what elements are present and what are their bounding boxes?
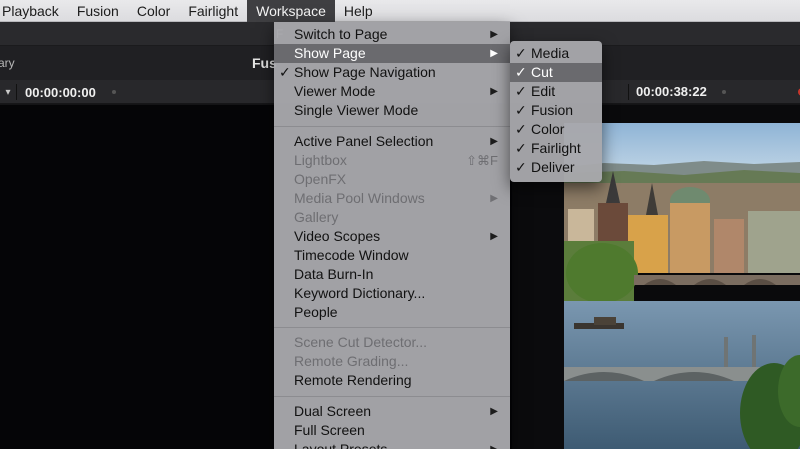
menu-item-label: Media Pool Windows bbox=[294, 190, 425, 206]
menu-item-gallery: Gallery bbox=[274, 208, 510, 227]
source-timecode[interactable]: 00:00:00:00 bbox=[25, 85, 96, 100]
workspace-dropdown-menu: Switch to Page ▶ Show Page ▶ ✓ Show Page… bbox=[274, 22, 510, 449]
menu-item-label: People bbox=[294, 304, 338, 320]
menu-divider bbox=[274, 327, 510, 328]
submenu-item-edit[interactable]: ✓ Edit bbox=[510, 82, 602, 101]
menu-fusion[interactable]: Fusion bbox=[68, 0, 128, 22]
menu-item-label: Gallery bbox=[294, 209, 339, 225]
source-viewer-controls: ▾ 00:00:00:00 bbox=[0, 80, 124, 104]
triangle-right-icon: ▶ bbox=[490, 29, 498, 40]
menu-item-remote-rendering[interactable]: Remote Rendering bbox=[274, 371, 510, 390]
menu-item-data-burn-in[interactable]: Data Burn-In bbox=[274, 265, 510, 284]
triangle-right-icon: ▶ bbox=[490, 48, 498, 59]
submenu-item-fairlight[interactable]: ✓ Fairlight bbox=[510, 139, 602, 158]
menu-item-lightbox: Lightbox ⇧⌘F bbox=[274, 151, 510, 170]
triangle-right-icon: ▶ bbox=[490, 406, 498, 417]
menu-item-scene-cut-detector: Scene Cut Detector... bbox=[274, 333, 510, 352]
menu-item-label: Remote Rendering bbox=[294, 372, 412, 388]
menu-help[interactable]: Help bbox=[335, 0, 382, 22]
keyboard-shortcut: ⇧⌘F bbox=[466, 153, 498, 168]
menu-item-label: Timecode Window bbox=[294, 247, 409, 263]
menu-item-label: Viewer Mode bbox=[294, 83, 376, 99]
submenu-item-label: Fusion bbox=[531, 102, 574, 118]
options-dot-icon[interactable] bbox=[722, 90, 726, 94]
submenu-item-deliver[interactable]: ✓ Deliver bbox=[510, 158, 602, 177]
menu-item-label: Single Viewer Mode bbox=[294, 102, 419, 118]
menu-item-people[interactable]: People bbox=[274, 303, 510, 322]
menu-item-video-scopes[interactable]: Video Scopes ▶ bbox=[274, 227, 510, 246]
menu-item-label: Remote Grading... bbox=[294, 353, 409, 369]
triangle-right-icon: ▶ bbox=[490, 136, 498, 147]
checkmark-icon: ✓ bbox=[515, 83, 527, 99]
submenu-item-fusion[interactable]: ✓ Fusion bbox=[510, 101, 602, 120]
menu-item-switch-to-page[interactable]: Switch to Page ▶ bbox=[274, 25, 510, 44]
show-page-submenu: ✓ Media ✓ Cut ✓ Edit ✓ Fusion ✓ Color ✓ … bbox=[510, 41, 602, 182]
menu-item-label: OpenFX bbox=[294, 171, 347, 187]
submenu-item-color[interactable]: ✓ Color bbox=[510, 120, 602, 139]
menu-item-full-screen[interactable]: Full Screen bbox=[274, 421, 510, 440]
menu-item-label: Show Page Navigation bbox=[294, 64, 436, 80]
menu-item-single-viewer-mode[interactable]: Single Viewer Mode bbox=[274, 101, 510, 120]
menu-item-label: Data Burn-In bbox=[294, 266, 374, 282]
menu-item-show-page-navigation[interactable]: ✓ Show Page Navigation bbox=[274, 63, 510, 82]
submenu-item-cut[interactable]: ✓ Cut bbox=[510, 63, 602, 82]
submenu-item-label: Media bbox=[531, 45, 570, 61]
program-timecode[interactable]: 00:00:38:22 bbox=[636, 80, 707, 104]
menu-item-timecode-window[interactable]: Timecode Window bbox=[274, 246, 510, 265]
menu-color[interactable]: Color bbox=[128, 0, 179, 22]
menu-fairlight[interactable]: Fairlight bbox=[179, 0, 247, 22]
menu-item-show-page[interactable]: Show Page ▶ bbox=[274, 44, 510, 63]
menu-item-label: Full Screen bbox=[294, 422, 365, 438]
menu-item-label: Layout Presets bbox=[294, 441, 388, 449]
options-dot-icon[interactable] bbox=[112, 90, 116, 94]
checkmark-icon: ✓ bbox=[515, 121, 527, 137]
menu-item-label: Active Panel Selection bbox=[294, 133, 434, 149]
menu-item-label: Scene Cut Detector... bbox=[294, 334, 428, 350]
menu-bar: Playback Fusion Color Fairlight Workspac… bbox=[0, 0, 800, 22]
divider bbox=[628, 84, 629, 100]
menu-item-openfx: OpenFX bbox=[274, 170, 510, 189]
triangle-right-icon: ▶ bbox=[490, 193, 498, 204]
menu-item-viewer-mode[interactable]: Viewer Mode ▶ bbox=[274, 82, 510, 101]
menu-item-remote-grading: Remote Grading... bbox=[274, 352, 510, 371]
menu-playback[interactable]: Playback bbox=[0, 0, 68, 22]
submenu-item-label: Color bbox=[531, 121, 565, 137]
menu-divider bbox=[274, 126, 510, 127]
checkmark-icon: ✓ bbox=[279, 64, 291, 80]
menu-item-dual-screen[interactable]: Dual Screen ▶ bbox=[274, 402, 510, 421]
triangle-right-icon: ▶ bbox=[490, 231, 498, 242]
chevron-down-icon[interactable]: ▾ bbox=[0, 87, 16, 98]
menu-item-active-panel-selection[interactable]: Active Panel Selection ▶ bbox=[274, 132, 510, 151]
menu-item-label: Show Page bbox=[294, 45, 366, 61]
checkmark-icon: ✓ bbox=[515, 102, 527, 118]
menu-item-layout-presets[interactable]: Layout Presets ▶ bbox=[274, 440, 510, 449]
menu-divider bbox=[274, 396, 510, 397]
submenu-item-label: Fairlight bbox=[531, 140, 581, 156]
submenu-item-label: Cut bbox=[531, 64, 553, 80]
media-library-label[interactable]: rary bbox=[0, 46, 15, 80]
submenu-item-media[interactable]: ✓ Media bbox=[510, 44, 602, 63]
menu-item-label: Switch to Page bbox=[294, 26, 388, 42]
triangle-right-icon: ▶ bbox=[490, 440, 498, 449]
menu-item-label: Dual Screen bbox=[294, 403, 372, 419]
triangle-right-icon: ▶ bbox=[490, 86, 498, 97]
menu-item-label: Lightbox bbox=[294, 152, 347, 168]
menu-item-media-pool-windows: Media Pool Windows ▶ bbox=[274, 189, 510, 208]
checkmark-icon: ✓ bbox=[515, 159, 527, 175]
menu-item-label: Keyword Dictionary... bbox=[294, 285, 426, 301]
menu-workspace[interactable]: Workspace bbox=[247, 0, 335, 22]
program-viewer-controls: 00:00:38:22 bbox=[604, 80, 800, 104]
divider bbox=[16, 84, 17, 100]
menu-item-keyword-dictionary[interactable]: Keyword Dictionary... bbox=[274, 284, 510, 303]
checkmark-icon: ✓ bbox=[515, 64, 527, 80]
checkmark-icon: ✓ bbox=[515, 45, 527, 61]
menu-item-label: Video Scopes bbox=[294, 228, 381, 244]
checkmark-icon: ✓ bbox=[515, 140, 527, 156]
submenu-item-label: Deliver bbox=[531, 159, 575, 175]
submenu-item-label: Edit bbox=[531, 83, 556, 99]
